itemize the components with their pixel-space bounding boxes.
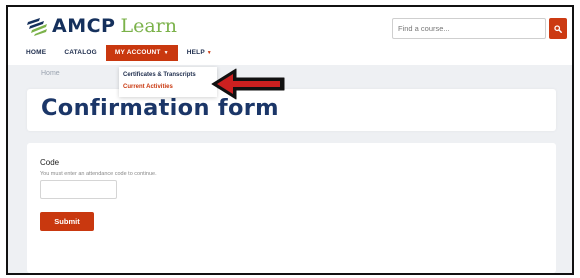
arrow-left-icon: [211, 68, 285, 100]
logo-brand-text: AMCP: [52, 15, 116, 37]
chevron-down-icon: ▼: [206, 50, 212, 56]
nav-home[interactable]: HOME: [26, 45, 55, 61]
my-account-dropdown: Certificates & Transcripts Current Activ…: [119, 67, 217, 97]
logo-product-text: Learn: [120, 15, 177, 37]
code-input[interactable]: [40, 180, 117, 199]
title-card: Confirmation form: [27, 89, 556, 131]
site-logo[interactable]: AMCP Learn: [26, 15, 177, 37]
dropdown-item-current-activities[interactable]: Current Activities: [123, 84, 173, 90]
nav-my-account-label: MY ACCOUNT: [114, 49, 161, 56]
dropdown-item-certificates[interactable]: Certificates & Transcripts: [123, 72, 196, 78]
search-input[interactable]: [392, 18, 546, 39]
breadcrumb-home[interactable]: Home: [41, 70, 60, 77]
chevron-down-icon: ▼: [163, 50, 169, 56]
nav-help-label: HELP: [186, 49, 205, 56]
form-card: Code You must enter an attendance code t…: [27, 143, 556, 273]
code-label: Code: [40, 158, 60, 167]
code-help-text: You must enter an attendance code to con…: [40, 171, 157, 177]
submit-button[interactable]: Submit: [40, 212, 94, 231]
search-icon: [554, 24, 562, 33]
site-header: AMCP Learn HOME CATALOG MY ACCOUNT ▼ HEL…: [8, 7, 572, 65]
nav-my-account[interactable]: MY ACCOUNT ▼: [105, 45, 178, 61]
browser-frame: AMCP Learn HOME CATALOG MY ACCOUNT ▼ HEL…: [6, 5, 574, 275]
main-nav: HOME CATALOG MY ACCOUNT ▼ HELP ▼: [26, 45, 221, 61]
search-button[interactable]: [549, 18, 567, 39]
nav-catalog[interactable]: CATALOG: [55, 45, 106, 61]
nav-help[interactable]: HELP ▼: [178, 45, 221, 61]
amcp-logo-icon: [27, 18, 47, 36]
